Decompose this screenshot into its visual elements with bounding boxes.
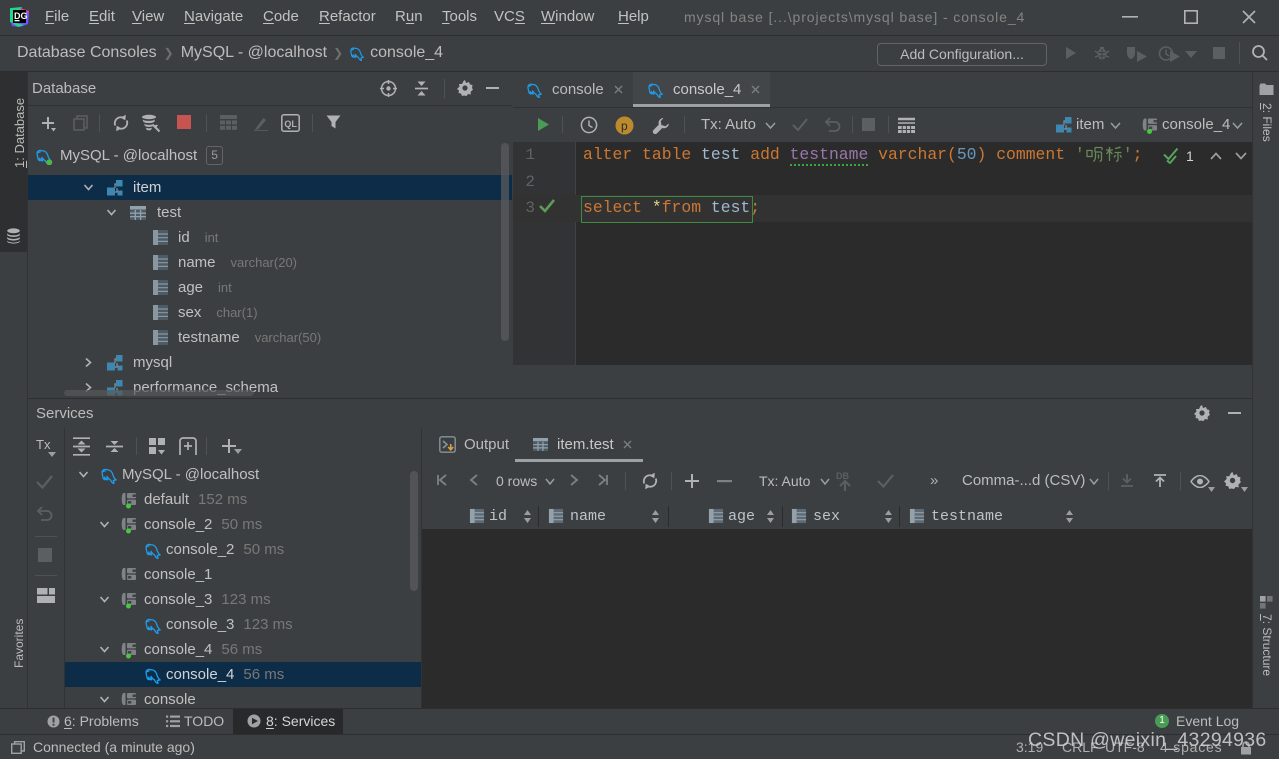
svg-text:DB: DB [836, 471, 849, 481]
svg-text:p: p [621, 119, 628, 133]
svg-text:QL: QL [284, 119, 297, 129]
